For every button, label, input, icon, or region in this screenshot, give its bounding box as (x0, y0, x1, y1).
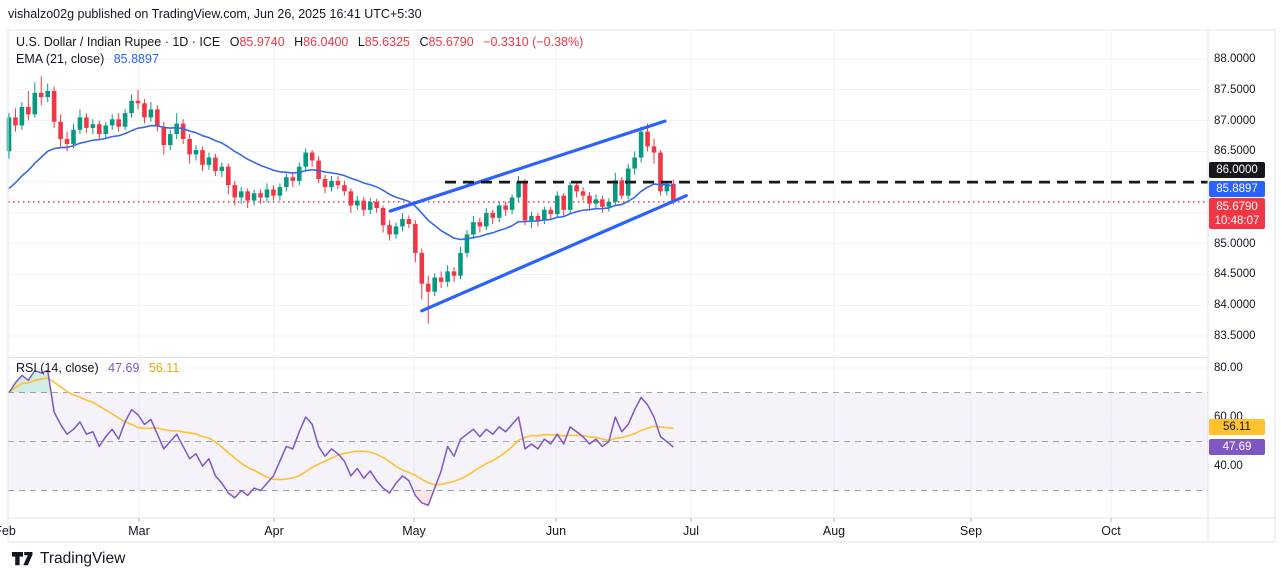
time-axis[interactable]: Feb Mar Apr May Jun Jul Aug Sep Oct (0, 518, 1208, 542)
ema-indicator-value: 85.8897 (114, 52, 159, 66)
price-level-badge: 86.0000 (1209, 162, 1265, 178)
month-label-oct: Oct (1101, 524, 1120, 538)
price-axis-label: 84.5000 (1214, 266, 1256, 282)
rsi-indicator-label: RSI (14, close) (16, 361, 99, 375)
rsi-value-badge: 47.69 (1209, 439, 1265, 455)
ohlc-open-label: O (230, 35, 240, 49)
ohlc-close-label: C (419, 35, 428, 49)
change-value: −0.3310 (−0.38%) (483, 35, 583, 49)
price-axis-label: 88.0000 (1214, 51, 1256, 67)
rsi-indicator-value: 47.69 (108, 361, 139, 375)
month-label-feb: Feb (0, 524, 16, 538)
month-label-aug: Aug (823, 524, 845, 538)
ema-indicator-label: EMA (21, close) (16, 52, 104, 66)
rsi-ma-badge: 56.11 (1209, 419, 1265, 435)
candles-layer (7, 76, 676, 324)
price-axis-label: 87.5000 (1214, 82, 1256, 98)
ohlc-high-label: H (294, 35, 303, 49)
month-label-apr: Apr (264, 524, 283, 538)
rsi-axis-label: 40.00 (1214, 458, 1243, 474)
trendline-upper[interactable] (390, 121, 665, 211)
chart-canvas[interactable] (0, 0, 1281, 580)
ohlc-low-value: 85.6325 (365, 35, 410, 49)
current-price-badge-value: 85.6790 (1216, 201, 1258, 213)
rsi-axis-label: 80.00 (1214, 360, 1243, 376)
price-axis-label: 84.0000 (1214, 297, 1256, 313)
tradingview-logo-icon (12, 551, 33, 567)
month-label-may: May (402, 524, 426, 538)
ema-value-badge: 85.8897 (1209, 181, 1265, 197)
rsi-ma-value: 56.11 (149, 361, 179, 375)
ohlc-high-value: 86.0400 (303, 35, 348, 49)
price-axis-label: 83.5000 (1214, 328, 1256, 344)
bar-countdown: 10:48:07 (1209, 213, 1265, 229)
month-label-mar: Mar (128, 524, 150, 538)
ohlc-close-value: 85.6790 (429, 35, 474, 49)
symbol-title: U.S. Dollar / Indian Rupee · 1D · ICE (16, 35, 220, 49)
tradingview-published-chart: vishalzo02g published on TradingView.com… (0, 0, 1281, 580)
month-label-jun: Jun (546, 524, 566, 538)
rsi-header-row: RSI (14, close) 47.69 56.11 (16, 361, 179, 375)
symbol-header-row: U.S. Dollar / Indian Rupee · 1D · ICE O8… (16, 35, 583, 49)
price-axis-label: 86.5000 (1214, 143, 1256, 159)
ohlc-open-value: 85.9740 (239, 35, 284, 49)
price-axis-label: 85.0000 (1214, 236, 1256, 252)
ohlc-low-label: L (358, 35, 365, 49)
month-label-sep: Sep (960, 524, 982, 538)
current-price-badge: 85.679010:48:07 (1209, 198, 1265, 229)
price-axis-label: 87.0000 (1214, 113, 1256, 129)
tradingview-logo-text: TradingView (40, 550, 125, 568)
ema-header-row: EMA (21, close) 85.8897 (16, 52, 159, 66)
tradingview-logo[interactable]: TradingView (12, 550, 125, 568)
month-label-jul: Jul (683, 524, 699, 538)
